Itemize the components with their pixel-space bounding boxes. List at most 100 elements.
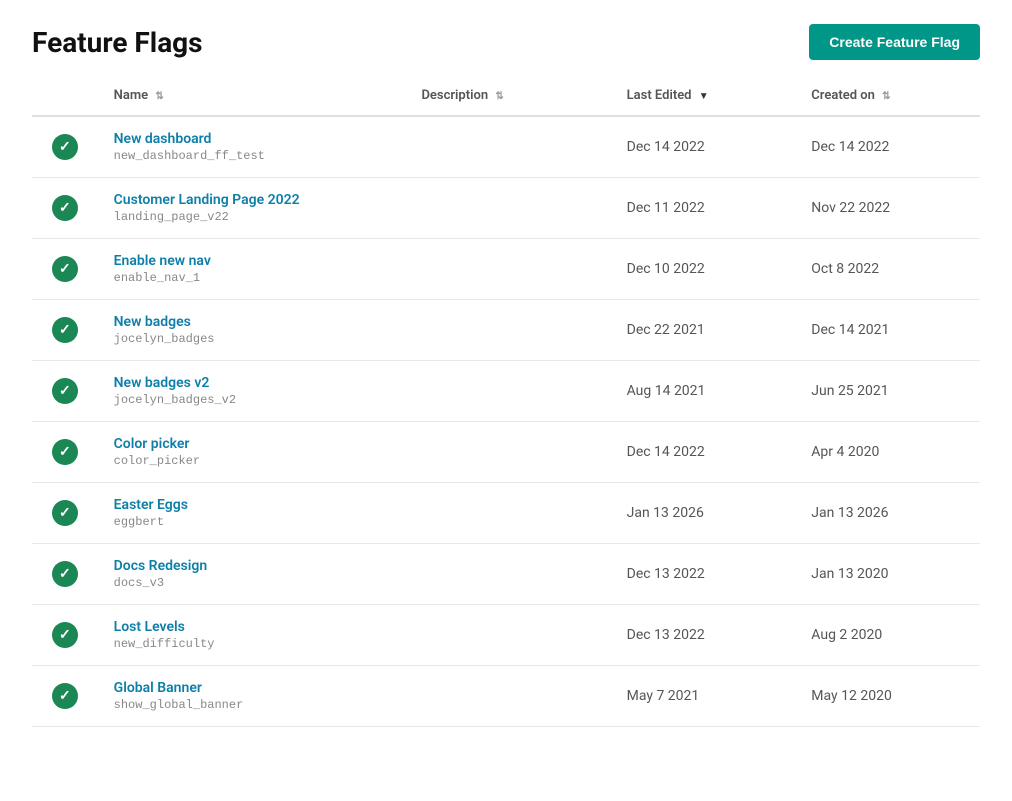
enabled-icon: ✓ xyxy=(51,621,79,649)
check-circle: ✓ xyxy=(52,439,78,465)
col-header-last-edited[interactable]: Last Edited ▼ xyxy=(611,76,796,116)
name-cell: Enable new nav enable_nav_1 xyxy=(98,239,406,300)
check-circle: ✓ xyxy=(52,378,78,404)
created-on-cell: Nov 22 2022 xyxy=(795,178,980,239)
enabled-icon: ✓ xyxy=(51,133,79,161)
enabled-icon: ✓ xyxy=(51,560,79,588)
flag-name-link[interactable]: Customer Landing Page 2022 xyxy=(114,192,390,208)
flag-key: enable_nav_1 xyxy=(114,271,390,285)
flag-name-link[interactable]: New dashboard xyxy=(114,131,390,147)
col-header-created-on[interactable]: Created on ⇅ xyxy=(795,76,980,116)
name-cell: New badges jocelyn_badges xyxy=(98,300,406,361)
flag-key: show_global_banner xyxy=(114,698,390,712)
table-row: ✓ Lost Levels new_difficulty Dec 13 2022A… xyxy=(32,605,980,666)
name-cell: Global Banner show_global_banner xyxy=(98,666,406,727)
status-cell: ✓ xyxy=(32,483,98,544)
description-cell xyxy=(405,544,610,605)
name-cell: Customer Landing Page 2022 landing_page_… xyxy=(98,178,406,239)
created-on-sort-icon: ⇅ xyxy=(882,91,890,102)
description-cell xyxy=(405,361,610,422)
check-circle: ✓ xyxy=(52,622,78,648)
table-row: ✓ New dashboard new_dashboard_ff_test Dec… xyxy=(32,116,980,178)
created-on-cell: May 12 2020 xyxy=(795,666,980,727)
description-cell xyxy=(405,300,610,361)
flag-name-link[interactable]: Lost Levels xyxy=(114,619,390,635)
status-cell: ✓ xyxy=(32,544,98,605)
flag-key: landing_page_v22 xyxy=(114,210,390,224)
description-cell xyxy=(405,605,610,666)
last-edited-cell: Dec 10 2022 xyxy=(611,239,796,300)
last-edited-cell: Dec 14 2022 xyxy=(611,116,796,178)
check-circle: ✓ xyxy=(52,134,78,160)
flag-name-link[interactable]: Global Banner xyxy=(114,680,390,696)
table-row: ✓ Enable new nav enable_nav_1 Dec 10 2022… xyxy=(32,239,980,300)
name-cell: Docs Redesign docs_v3 xyxy=(98,544,406,605)
status-cell: ✓ xyxy=(32,300,98,361)
name-cell: New badges v2 jocelyn_badges_v2 xyxy=(98,361,406,422)
flag-key: new_difficulty xyxy=(114,637,390,651)
created-on-cell: Jun 25 2021 xyxy=(795,361,980,422)
flag-name-link[interactable]: New badges v2 xyxy=(114,375,390,391)
status-cell: ✓ xyxy=(32,178,98,239)
table-row: ✓ Color picker color_picker Dec 14 2022Ap… xyxy=(32,422,980,483)
status-cell: ✓ xyxy=(32,666,98,727)
flag-key: new_dashboard_ff_test xyxy=(114,149,390,163)
table-row: ✓ New badges v2 jocelyn_badges_v2Aug 14 … xyxy=(32,361,980,422)
create-feature-flag-button[interactable]: Create Feature Flag xyxy=(809,24,980,60)
check-circle: ✓ xyxy=(52,195,78,221)
created-on-cell: Oct 8 2022 xyxy=(795,239,980,300)
last-edited-sort-icon: ▼ xyxy=(699,91,709,102)
status-cell: ✓ xyxy=(32,422,98,483)
flag-key: jocelyn_badges xyxy=(114,332,390,346)
last-edited-cell: Dec 13 2022 xyxy=(611,605,796,666)
col-header-description[interactable]: Description ⇅ xyxy=(405,76,610,116)
created-on-cell: Dec 14 2021 xyxy=(795,300,980,361)
created-on-cell: Jan 13 2026 xyxy=(795,483,980,544)
last-edited-cell: Jan 13 2026 xyxy=(611,483,796,544)
enabled-icon: ✓ xyxy=(51,499,79,527)
flag-name-link[interactable]: Color picker xyxy=(114,436,390,452)
flag-name-link[interactable]: Enable new nav xyxy=(114,253,390,269)
created-on-cell: Aug 2 2020 xyxy=(795,605,980,666)
check-circle: ✓ xyxy=(52,500,78,526)
table-row: ✓ Global Banner show_global_bannerMay 7 … xyxy=(32,666,980,727)
flag-key: color_picker xyxy=(114,454,390,468)
description-sort-icon: ⇅ xyxy=(495,91,503,102)
description-cell xyxy=(405,483,610,544)
created-on-cell: Jan 13 2020 xyxy=(795,544,980,605)
enabled-icon: ✓ xyxy=(51,194,79,222)
last-edited-cell: Dec 13 2022 xyxy=(611,544,796,605)
status-cell: ✓ xyxy=(32,361,98,422)
table-header-row: Name ⇅ Description ⇅ Last Edited ▼ Creat… xyxy=(32,76,980,116)
name-cell: Lost Levels new_difficulty xyxy=(98,605,406,666)
last-edited-cell: Dec 22 2021 xyxy=(611,300,796,361)
flag-name-link[interactable]: Docs Redesign xyxy=(114,558,390,574)
name-cell: New dashboard new_dashboard_ff_test xyxy=(98,116,406,178)
description-cell xyxy=(405,178,610,239)
table-row: ✓ Docs Redesign docs_v3 Dec 13 2022Jan 13… xyxy=(32,544,980,605)
flag-name-link[interactable]: Easter Eggs xyxy=(114,497,390,513)
enabled-icon: ✓ xyxy=(51,438,79,466)
last-edited-cell: Dec 14 2022 xyxy=(611,422,796,483)
name-cell: Color picker color_picker xyxy=(98,422,406,483)
status-cell: ✓ xyxy=(32,116,98,178)
page-title: Feature Flags xyxy=(32,26,203,59)
flag-name-link[interactable]: New badges xyxy=(114,314,390,330)
name-sort-icon: ⇅ xyxy=(155,91,163,102)
table-row: ✓ Easter Eggs eggbert Jan 13 2026Jan 13 2… xyxy=(32,483,980,544)
check-circle: ✓ xyxy=(52,256,78,282)
status-cell: ✓ xyxy=(32,605,98,666)
enabled-icon: ✓ xyxy=(51,255,79,283)
col-header-name[interactable]: Name ⇅ xyxy=(98,76,406,116)
description-cell xyxy=(405,422,610,483)
table-row: ✓ New badges jocelyn_badges Dec 22 2021De… xyxy=(32,300,980,361)
flag-key: docs_v3 xyxy=(114,576,390,590)
check-circle: ✓ xyxy=(52,561,78,587)
feature-flags-table: Name ⇅ Description ⇅ Last Edited ▼ Creat… xyxy=(32,76,980,727)
col-header-status xyxy=(32,76,98,116)
description-cell xyxy=(405,666,610,727)
enabled-icon: ✓ xyxy=(51,377,79,405)
page-header: Feature Flags Create Feature Flag xyxy=(0,0,1012,76)
created-on-cell: Apr 4 2020 xyxy=(795,422,980,483)
flag-key: eggbert xyxy=(114,515,390,529)
